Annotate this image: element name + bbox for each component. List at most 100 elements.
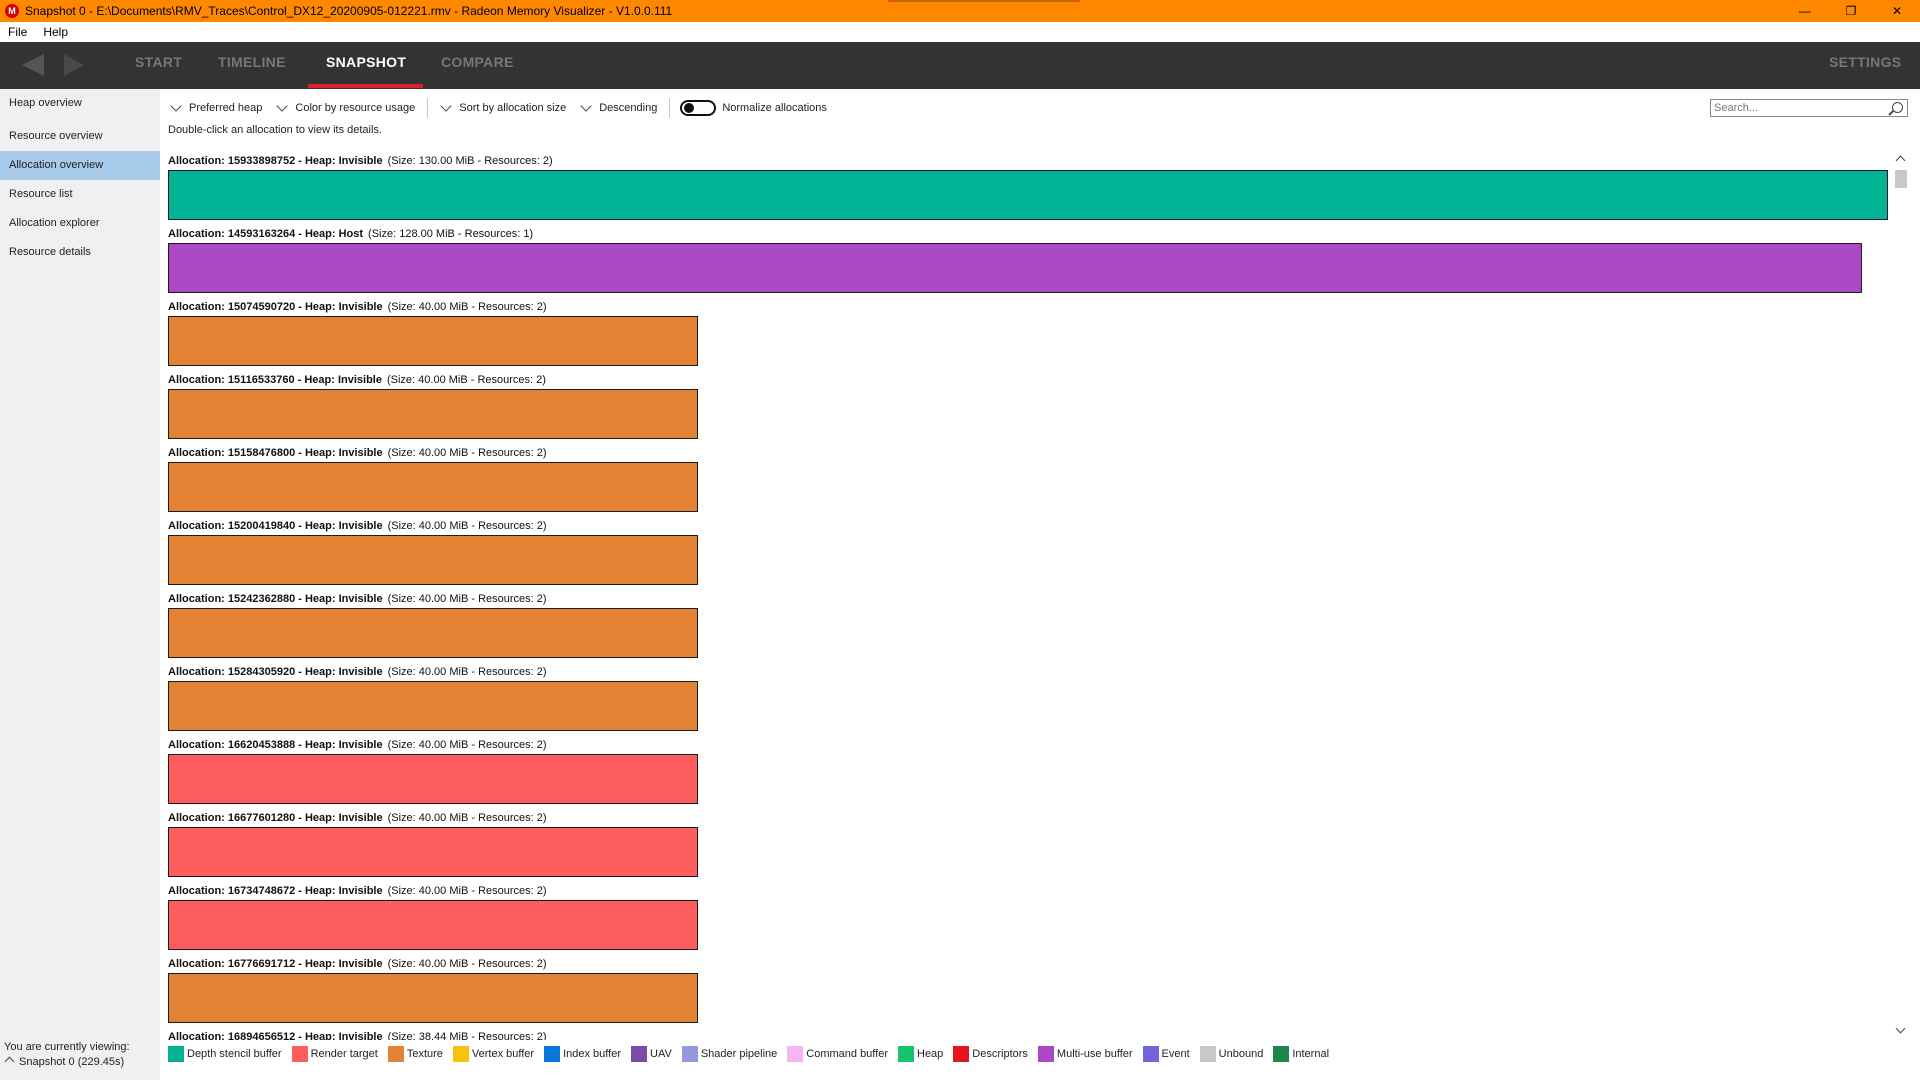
sort-order-dropdown[interactable]: Descending [578, 100, 658, 114]
allocation-bar[interactable] [168, 900, 698, 950]
allocation-label: Allocation: 16776691712 - Heap: Invisibl… [168, 955, 1890, 973]
legend-item: UAV [631, 1046, 672, 1062]
tab-compare[interactable]: COMPARE [441, 42, 514, 89]
legend-item: Event [1142, 1046, 1190, 1062]
normalize-label: Normalize allocations [722, 102, 827, 114]
menu-help[interactable]: Help [35, 25, 76, 39]
allocation-row[interactable]: Allocation: 15933898752 - Heap: Invisibl… [168, 152, 1890, 225]
legend-swatch [787, 1046, 804, 1062]
allocation-label: Allocation: 16620453888 - Heap: Invisibl… [168, 736, 1890, 754]
allocation-bar[interactable] [168, 316, 698, 366]
legend-swatch [953, 1046, 970, 1062]
allocation-detail: (Size: 40.00 MiB - Resources: 2) [387, 958, 547, 970]
sidebar-item-allocation-overview[interactable]: Allocation overview [0, 151, 160, 180]
allocation-name: Allocation: 16894656512 - Heap: Invisibl… [168, 1031, 383, 1040]
sidebar-item-resource-overview[interactable]: Resource overview [0, 122, 160, 151]
allocation-bar[interactable] [168, 389, 698, 439]
allocation-row[interactable]: Allocation: 16894656512 - Heap: Invisibl… [168, 1028, 1890, 1040]
allocation-row[interactable]: Allocation: 14593163264 - Heap: Host (Siz… [168, 225, 1890, 298]
allocation-detail: (Size: 128.00 MiB - Resources: 1) [368, 228, 534, 240]
allocation-row[interactable]: Allocation: 15200419840 - Heap: Invisibl… [168, 517, 1890, 590]
allocation-bar[interactable] [168, 535, 698, 585]
allocation-bar[interactable] [168, 681, 698, 731]
back-arrow-icon[interactable] [22, 54, 44, 76]
sort-by-dropdown[interactable]: Sort by allocation size [438, 100, 567, 114]
sidebar-item-heap-overview[interactable]: Heap overview [0, 93, 160, 122]
legend-item: Multi-use buffer [1037, 1046, 1133, 1062]
allocation-name: Allocation: 16734748672 - Heap: Invisibl… [168, 885, 383, 897]
allocation-row[interactable]: Allocation: 15158476800 - Heap: Invisibl… [168, 444, 1890, 517]
legend-swatch [898, 1046, 914, 1062]
legend-label: Vertex buffer [471, 1048, 535, 1060]
active-tab-indicator [308, 84, 423, 88]
allocation-row[interactable]: Allocation: 15116533760 - Heap: Invisibl… [168, 371, 1890, 444]
viewing-snapshot[interactable]: Snapshot 0 (229.45s) [4, 1055, 130, 1070]
allocation-row[interactable]: Allocation: 16677601280 - Heap: Invisibl… [168, 809, 1890, 882]
title-highlight [888, 0, 1080, 2]
allocation-detail: (Size: 40.00 MiB - Resources: 2) [387, 520, 547, 532]
tab-timeline[interactable]: TIMELINE [218, 42, 286, 89]
legend-label: Index buffer [563, 1048, 621, 1060]
tab-start[interactable]: START [135, 42, 182, 89]
allocation-name: Allocation: 16776691712 - Heap: Invisibl… [168, 958, 383, 970]
allocation-bar[interactable] [168, 608, 698, 658]
legend-item: Internal [1273, 1046, 1329, 1062]
legend-label: Unbound [1218, 1048, 1264, 1060]
restore-button[interactable]: ❐ [1828, 0, 1874, 22]
legend-item: Texture [387, 1046, 443, 1062]
sidebar-item-resource-list[interactable]: Resource list [0, 180, 160, 209]
legend: Depth stencil buffer Render target Texture… [168, 1044, 1339, 1064]
allocation-detail: (Size: 40.00 MiB - Resources: 2) [387, 885, 547, 897]
sort-order-label: Descending [599, 102, 658, 114]
allocation-bar[interactable] [168, 754, 698, 804]
menu-file[interactable]: File [0, 25, 35, 39]
allocation-bar[interactable] [168, 462, 698, 512]
allocation-row[interactable]: Allocation: 16776691712 - Heap: Invisibl… [168, 955, 1890, 1028]
color-by-dropdown[interactable]: Color by resource usage [274, 100, 415, 114]
allocation-label: Allocation: 15200419840 - Heap: Invisibl… [168, 517, 1890, 535]
legend-swatch [631, 1046, 647, 1062]
legend-item: Vertex buffer [452, 1046, 535, 1062]
forward-arrow-icon[interactable] [64, 54, 84, 76]
allocation-name: Allocation: 16620453888 - Heap: Invisibl… [168, 739, 383, 751]
allocation-name: Allocation: 16677601280 - Heap: Invisibl… [168, 812, 383, 824]
close-button[interactable]: ✕ [1874, 0, 1920, 22]
sidebar: Heap overview Resource overview Allocati… [0, 89, 160, 1080]
allocation-row[interactable]: Allocation: 16620453888 - Heap: Invisibl… [168, 736, 1890, 809]
allocation-bar[interactable] [168, 243, 1862, 293]
search-box[interactable] [1710, 99, 1908, 117]
vertical-scrollbar[interactable] [1892, 152, 1910, 1040]
legend-item: Shader pipeline [681, 1046, 777, 1062]
search-icon [1892, 102, 1903, 113]
sidebar-item-resource-details[interactable]: Resource details [0, 238, 160, 267]
allocation-label: Allocation: 16734748672 - Heap: Invisibl… [168, 882, 1890, 900]
scroll-thumb[interactable] [1895, 170, 1907, 188]
allocation-bar[interactable] [168, 170, 1888, 220]
search-input[interactable] [1711, 100, 1887, 116]
legend-label: Event [1161, 1048, 1190, 1060]
allocation-label: Allocation: 14593163264 - Heap: Host (Siz… [168, 225, 1890, 243]
tab-settings[interactable]: SETTINGS [1829, 42, 1901, 89]
allocation-row[interactable]: Allocation: 15284305920 - Heap: Invisibl… [168, 663, 1890, 736]
viewing-value: Snapshot 0 (229.45s) [19, 1056, 125, 1068]
preferred-heap-dropdown[interactable]: Preferred heap [168, 100, 262, 114]
normalize-toggle[interactable] [680, 100, 717, 116]
allocation-bar[interactable] [168, 973, 698, 1023]
sidebar-item-allocation-explorer[interactable]: Allocation explorer [0, 209, 160, 238]
sort-by-label: Sort by allocation size [459, 102, 567, 114]
allocation-bar[interactable] [168, 827, 698, 877]
minimize-button[interactable]: — [1782, 0, 1828, 22]
tab-snapshot[interactable]: SNAPSHOT [326, 42, 406, 89]
allocation-row[interactable]: Allocation: 15242362880 - Heap: Invisibl… [168, 590, 1890, 663]
legend-swatch [1037, 1046, 1054, 1062]
allocation-detail: (Size: 40.00 MiB - Resources: 2) [387, 447, 547, 459]
legend-item: Depth stencil buffer [168, 1046, 282, 1062]
scroll-up-icon[interactable] [1895, 155, 1906, 166]
legend-swatch [452, 1046, 469, 1062]
legend-swatch [1199, 1046, 1216, 1062]
scroll-down-icon[interactable] [1895, 1023, 1906, 1034]
allocation-detail: (Size: 38.44 MiB - Resources: 2) [387, 1031, 547, 1040]
allocation-label: Allocation: 15284305920 - Heap: Invisibl… [168, 663, 1890, 681]
allocation-row[interactable]: Allocation: 15074590720 - Heap: Invisibl… [168, 298, 1890, 371]
allocation-row[interactable]: Allocation: 16734748672 - Heap: Invisibl… [168, 882, 1890, 955]
